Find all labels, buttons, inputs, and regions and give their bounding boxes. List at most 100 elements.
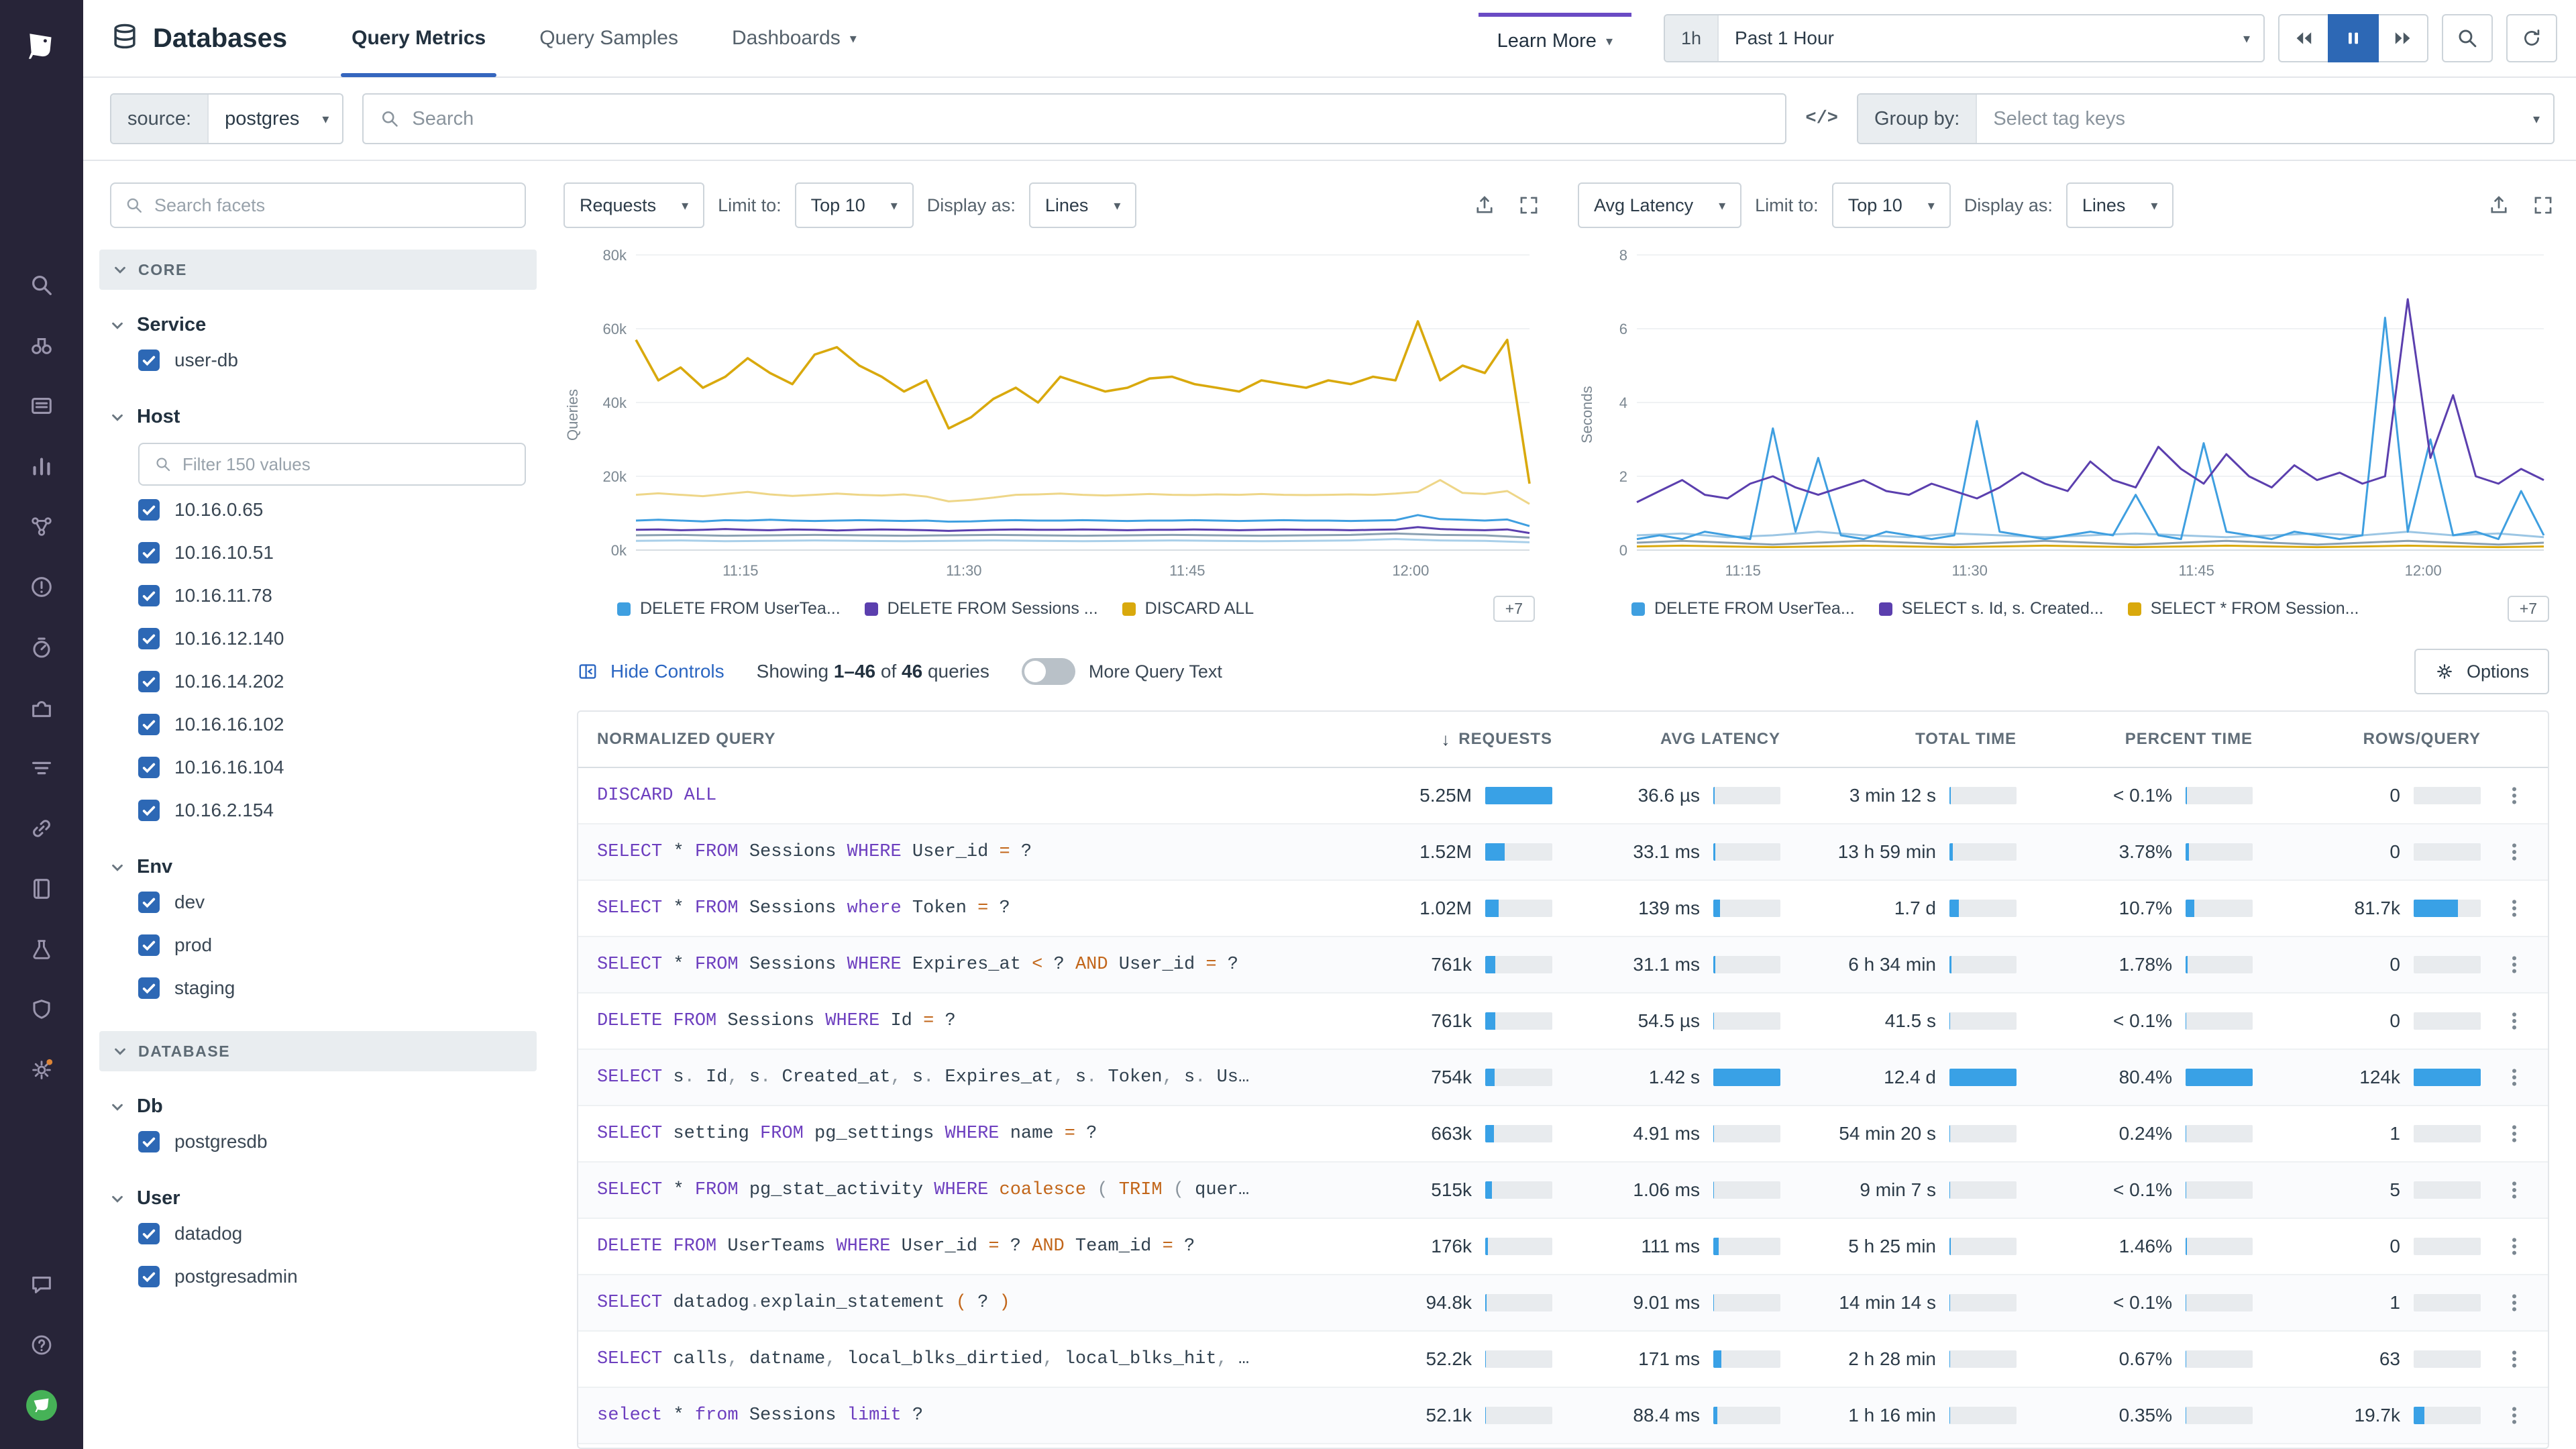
query-cell[interactable]: SELECT * FROM pg_stat_activity WHERE coa… xyxy=(578,1180,1378,1200)
checkbox-checked[interactable] xyxy=(138,977,160,999)
query-cell[interactable]: DELETE FROM UserTeams WHERE User_id = ? … xyxy=(578,1236,1378,1256)
row-menu-icon[interactable] xyxy=(2481,1405,2548,1426)
column-header-total-time[interactable]: TOTAL TIME xyxy=(1780,730,2017,749)
row-menu-icon[interactable] xyxy=(2481,955,2548,975)
table-row[interactable]: SELECT * FROM Sessions WHERE Expires_at … xyxy=(578,937,2548,994)
legend-item[interactable]: DELETE FROM Sessions ... xyxy=(865,599,1098,619)
query-cell[interactable]: DELETE FROM Sessions WHERE Id = ? xyxy=(578,1011,1378,1031)
group-by-select[interactable]: Group by: Select tag keys ▾ xyxy=(1857,93,2555,144)
facet-value-dev[interactable]: dev xyxy=(110,881,526,924)
legend-item[interactable]: DELETE FROM UserTea... xyxy=(1631,599,1855,619)
facet-value-10-16-14-202[interactable]: 10.16.14.202 xyxy=(110,660,526,703)
row-menu-icon[interactable] xyxy=(2481,786,2548,806)
synthetics-icon[interactable] xyxy=(0,919,83,979)
tab-query-metrics[interactable]: Query Metrics xyxy=(325,0,513,77)
zoom-search-button[interactable] xyxy=(2442,14,2493,62)
code-snippet-icon[interactable]: </> xyxy=(1805,109,1838,129)
facet-group-header-host[interactable]: Host xyxy=(110,403,526,431)
checkbox-checked[interactable] xyxy=(138,1266,160,1287)
query-cell[interactable]: DISCARD ALL xyxy=(578,786,1378,806)
facet-value-10-16-16-104[interactable]: 10.16.16.104 xyxy=(110,746,526,789)
facet-value-postgresdb[interactable]: postgresdb xyxy=(110,1120,526,1163)
table-row[interactable]: DELETE FROM Sessions WHERE Id = ?761k54.… xyxy=(578,994,2548,1050)
facet-value-datadog[interactable]: datadog xyxy=(110,1212,526,1255)
legend-overflow-chip[interactable]: +7 xyxy=(2508,596,2549,622)
tab-query-samples[interactable]: Query Samples xyxy=(513,0,705,77)
checkbox-checked[interactable] xyxy=(138,585,160,606)
table-row[interactable]: DELETE FROM UserTeams WHERE User_id = ? … xyxy=(578,1219,2548,1275)
query-cell[interactable]: SELECT * FROM Sessions WHERE Expires_at … xyxy=(578,955,1378,975)
facet-group-header-db[interactable]: Db xyxy=(110,1093,526,1120)
facet-section-core[interactable]: CORE xyxy=(99,250,537,290)
checkbox-checked[interactable] xyxy=(138,757,160,778)
facet-group-header-env[interactable]: Env xyxy=(110,853,526,881)
query-cell[interactable]: SELECT * FROM Sessions where Token = ? xyxy=(578,898,1378,918)
facet-value-postgresadmin[interactable]: postgresadmin xyxy=(110,1255,526,1298)
facet-value-prod[interactable]: prod xyxy=(110,924,526,967)
checkbox-checked[interactable] xyxy=(138,628,160,649)
limit-select[interactable]: Top 10▾ xyxy=(1832,182,1951,228)
fast-forward-button[interactable] xyxy=(2377,14,2428,62)
facet-value-10-16-11-78[interactable]: 10.16.11.78 xyxy=(110,574,526,617)
column-header-avg-latency[interactable]: AVG LATENCY xyxy=(1552,730,1780,749)
facet-filter-input[interactable] xyxy=(182,454,510,475)
more-query-text-toggle[interactable] xyxy=(1022,658,1075,685)
expand-icon[interactable] xyxy=(1517,194,1540,217)
table-row[interactable]: SELECT datadog.explain_statement ( ? )94… xyxy=(578,1275,2548,1332)
help-icon[interactable] xyxy=(0,1315,83,1375)
datadog-logo-icon[interactable] xyxy=(0,11,83,83)
integrations-icon[interactable] xyxy=(0,678,83,738)
pause-button[interactable] xyxy=(2328,14,2379,62)
column-header-percent-time[interactable]: PERCENT TIME xyxy=(2017,730,2253,749)
chat-icon[interactable] xyxy=(0,1254,83,1315)
table-row[interactable]: SELECT * FROM Sessions where Token = ?1.… xyxy=(578,881,2548,937)
facet-value-10-16-2-154[interactable]: 10.16.2.154 xyxy=(110,789,526,832)
table-row[interactable]: SELECT * FROM pg_stat_activity WHERE coa… xyxy=(578,1163,2548,1219)
table-row[interactable]: DISCARD ALL5.25M36.6 µs3 min 12 s< 0.1%0 xyxy=(578,768,2548,824)
apm-icon[interactable] xyxy=(0,617,83,678)
query-search[interactable] xyxy=(362,93,1786,144)
query-cell[interactable]: select * from Sessions limit ? xyxy=(578,1405,1378,1426)
refresh-button[interactable] xyxy=(2506,14,2557,62)
table-row[interactable]: SELECT setting FROM pg_settings WHERE na… xyxy=(578,1106,2548,1163)
learn-more-button[interactable]: Learn More ▾ xyxy=(1479,13,1631,64)
display-select[interactable]: Lines▾ xyxy=(1029,182,1137,228)
facet-group-header-service[interactable]: Service xyxy=(110,311,526,339)
row-menu-icon[interactable] xyxy=(2481,1349,2548,1369)
row-menu-icon[interactable] xyxy=(2481,1011,2548,1031)
facet-value-10-16-10-51[interactable]: 10.16.10.51 xyxy=(110,531,526,574)
facet-value-10-16-12-140[interactable]: 10.16.12.140 xyxy=(110,617,526,660)
table-row[interactable]: SELECT * FROM Sessions WHERE User_id = ?… xyxy=(578,824,2548,881)
expand-icon[interactable] xyxy=(2532,194,2555,217)
row-menu-icon[interactable] xyxy=(2481,1180,2548,1200)
legend-item[interactable]: SELECT * FROM Session... xyxy=(2128,599,2359,619)
facet-value-staging[interactable]: staging xyxy=(110,967,526,1010)
facet-search-input[interactable] xyxy=(154,195,511,216)
latency-chart[interactable]: 0246811:1511:3011:4512:00 xyxy=(1597,244,2555,585)
query-cell[interactable]: SELECT * FROM Sessions WHERE User_id = ? xyxy=(578,842,1378,862)
row-menu-icon[interactable] xyxy=(2481,1124,2548,1144)
export-icon[interactable] xyxy=(2487,194,2510,217)
legend-item[interactable]: DISCARD ALL xyxy=(1122,599,1254,619)
row-menu-icon[interactable] xyxy=(2481,842,2548,862)
facet-value-user-db[interactable]: user-db xyxy=(110,339,526,382)
time-range-picker[interactable]: 1h Past 1 Hour ▾ xyxy=(1664,14,2265,62)
query-cell[interactable]: SELECT setting FROM pg_settings WHERE na… xyxy=(578,1124,1378,1144)
row-menu-icon[interactable] xyxy=(2481,1293,2548,1313)
checkbox-checked[interactable] xyxy=(138,934,160,956)
checkbox-checked[interactable] xyxy=(138,350,160,371)
search-icon[interactable] xyxy=(0,255,83,315)
table-row[interactable]: SELECT calls, datname, local_blks_dirtie… xyxy=(578,1332,2548,1388)
column-header-normalized-query[interactable]: NORMALIZED QUERY xyxy=(578,730,1378,749)
infrastructure-icon[interactable] xyxy=(0,315,83,376)
row-menu-icon[interactable] xyxy=(2481,898,2548,918)
metrics-icon[interactable] xyxy=(0,436,83,496)
user-avatar-icon[interactable] xyxy=(0,1375,83,1436)
checkbox-checked[interactable] xyxy=(138,800,160,821)
column-header-rows-query[interactable]: ROWS/QUERY xyxy=(2253,730,2481,749)
metric-select[interactable]: Avg Latency▾ xyxy=(1578,182,1741,228)
facet-value-10-16-16-102[interactable]: 10.16.16.102 xyxy=(110,703,526,746)
table-row[interactable]: SELECT s. Id, s. Created_at, s. Expires_… xyxy=(578,1050,2548,1106)
checkbox-checked[interactable] xyxy=(138,499,160,521)
legend-overflow-chip[interactable]: +7 xyxy=(1493,596,1535,622)
